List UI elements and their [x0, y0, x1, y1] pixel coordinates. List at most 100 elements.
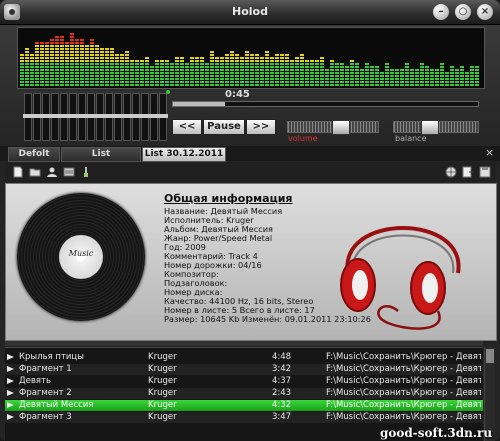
eq-band-slider[interactable] [41, 93, 51, 141]
spectrum-bar [95, 84, 99, 86]
spectrum-bar [240, 57, 244, 59]
list-icon[interactable] [63, 166, 75, 178]
spectrum-bar [60, 45, 64, 47]
spectrum-bar [70, 78, 74, 80]
spectrum-bar [125, 66, 129, 68]
spectrum-bar [90, 69, 94, 71]
cell-duration: 4:32 [272, 400, 292, 410]
eq-band-slider[interactable] [86, 93, 96, 141]
eq-band-slider[interactable] [140, 93, 150, 141]
close-tab-icon[interactable]: × [485, 146, 494, 159]
eq-band-slider[interactable] [149, 93, 159, 141]
spectrum-bar [285, 72, 289, 74]
spectrum-bar [250, 57, 254, 59]
spectrum-bar [270, 84, 274, 86]
spectrum-bar [295, 75, 299, 77]
eq-band-slider[interactable] [50, 93, 60, 141]
balance-knob[interactable] [421, 120, 440, 135]
previous-button[interactable]: << [172, 119, 202, 135]
title-bar[interactable]: Holod – ○ × [0, 0, 500, 25]
spectrum-bar [235, 81, 239, 83]
eq-band-slider[interactable] [104, 93, 114, 141]
spectrum-bar [150, 75, 154, 77]
spectrum-bar [400, 75, 404, 77]
spectrum-bar [305, 69, 309, 71]
spectrum-bar [230, 72, 234, 74]
spectrum-bar [45, 42, 49, 44]
spectrum-bar [90, 57, 94, 59]
playlist-row[interactable]: Крылья птицы Kruger 4:48 F:\Music\Сохранить… [5, 352, 483, 363]
spectrum-bar [130, 63, 134, 65]
spectrum-bar [360, 72, 364, 74]
spectrum-bar [190, 75, 194, 77]
tab-list-1[interactable]: List 30.12.2011 - 1 [61, 147, 141, 172]
spectrum-bar [230, 54, 234, 56]
maximize-button[interactable]: ○ [455, 4, 471, 20]
spectrum-bar [315, 84, 319, 86]
spectrum-bar [285, 60, 289, 62]
volume-knob[interactable] [332, 120, 351, 135]
eq-band-slider[interactable] [23, 93, 33, 141]
eq-band-slider[interactable] [32, 93, 42, 141]
spectrum-bar [375, 75, 379, 77]
eq-band-slider[interactable] [158, 93, 168, 141]
spectrum-bar [310, 66, 314, 68]
playlist-row[interactable]: Фрагмент 1 Kruger 3:42 F:\Music\Сохранить\К… [5, 364, 483, 375]
spectrum-bar [50, 57, 54, 59]
spectrum-bar [155, 84, 159, 86]
spectrum-bar [225, 54, 229, 56]
playlist-row[interactable]: Девять Kruger 4:37 F:\Music\Сохранить\Крюге… [5, 376, 483, 387]
eq-band-slider[interactable] [131, 93, 141, 141]
spectrum-bar [295, 69, 299, 71]
scrollbar-thumb[interactable] [486, 349, 494, 363]
eq-band-slider[interactable] [95, 93, 105, 141]
spectrum-bar [135, 69, 139, 71]
save-icon[interactable] [479, 166, 491, 178]
playlist-row[interactable]: Фрагмент 3 Kruger 3:47 F:\Music\Сохранить\К… [5, 412, 483, 423]
spectrum-bar [340, 72, 344, 74]
spectrum-bar [355, 75, 359, 77]
spectrum-bar [110, 48, 114, 50]
tab-list-2[interactable]: List 30.12.2011 - 2 [142, 147, 226, 172]
globe-icon[interactable] [445, 166, 457, 178]
spectrum-bar [45, 81, 49, 83]
spectrum-bar [55, 45, 59, 47]
spectrum-bar [155, 63, 159, 65]
spectrum-bar [405, 81, 409, 83]
next-button[interactable]: >> [246, 119, 276, 135]
spectrum-bar [85, 54, 89, 56]
spectrum-bar [70, 39, 74, 41]
volume-slider[interactable] [287, 120, 379, 135]
eq-band-slider[interactable] [59, 93, 69, 141]
spectrum-bar [175, 78, 179, 80]
playlist-row[interactable]: Девятый Мессия Kruger 4:32 F:\Music\Сохрани… [5, 400, 483, 411]
eq-band-slider[interactable] [77, 93, 87, 141]
close-button[interactable]: × [477, 4, 493, 20]
spectrum-bar [150, 66, 154, 68]
user-icon[interactable] [46, 166, 58, 178]
spectrum-bar [75, 78, 79, 80]
playlist-row[interactable]: Фрагмент 2 Kruger 2:43 F:\Music\Сохранить\К… [5, 388, 483, 399]
spectrum-bar [55, 57, 59, 59]
spectrum-bar [115, 60, 119, 62]
spectrum-bar [430, 72, 434, 74]
spectrum-bar [305, 66, 309, 68]
export-icon[interactable] [462, 166, 474, 178]
eq-band-slider[interactable] [113, 93, 123, 141]
spectrum-bar [325, 75, 329, 77]
tab-default-list[interactable]: Defolt List [8, 147, 60, 172]
eq-band-slider[interactable] [122, 93, 132, 141]
spectrum-bar [115, 84, 119, 86]
spectrum-bar [175, 63, 179, 65]
balance-slider[interactable] [393, 120, 479, 135]
pause-button[interactable]: Pause [203, 119, 245, 135]
spectrum-bar [55, 39, 59, 41]
spectrum-bar [235, 60, 239, 62]
minimize-button[interactable]: – [433, 4, 449, 20]
open-folder-icon[interactable] [29, 166, 41, 178]
spectrum-bar [170, 84, 174, 86]
new-file-icon[interactable] [12, 166, 24, 178]
eq-band-slider[interactable] [68, 93, 78, 141]
brush-icon[interactable] [80, 166, 92, 178]
seek-bar[interactable] [172, 101, 479, 107]
